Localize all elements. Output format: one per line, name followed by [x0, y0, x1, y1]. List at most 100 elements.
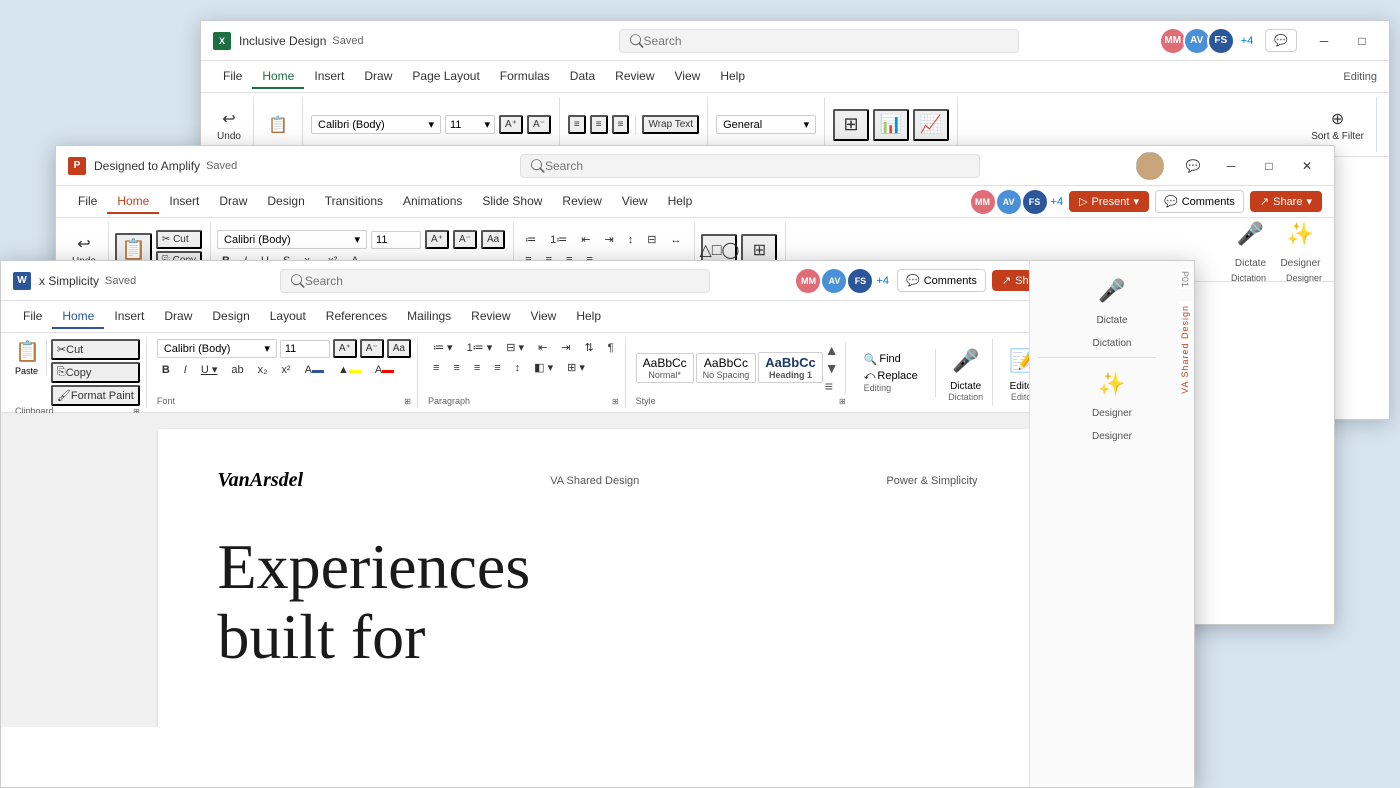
word-font-expand[interactable]: ⊞: [404, 397, 411, 406]
word-font-grow[interactable]: A⁺: [333, 339, 357, 358]
word-search-input[interactable]: [305, 274, 699, 288]
word-tab-file[interactable]: File: [13, 305, 52, 329]
excel-sparkline-btn[interactable]: 📈: [913, 109, 949, 141]
ppt-columns-btn[interactable]: ⊟: [642, 231, 661, 248]
ppt-line-spacing-btn[interactable]: ↕: [623, 232, 639, 248]
excel-tab-file[interactable]: File: [213, 65, 252, 89]
excel-font-grow-btn[interactable]: A⁺: [499, 115, 523, 134]
excel-wrap-text-btn[interactable]: Wrap Text: [642, 115, 699, 134]
excel-search-input[interactable]: [644, 34, 1009, 48]
ppt-tab-insert[interactable]: Insert: [159, 190, 209, 214]
ppt-tab-transitions[interactable]: Transitions: [315, 190, 393, 214]
word-style-up-chevron[interactable]: ▲: [825, 342, 839, 358]
word-superscript-btn[interactable]: x²: [276, 362, 295, 378]
word-paste-btn[interactable]: 📋: [15, 339, 40, 364]
ppt-tab-help[interactable]: Help: [658, 190, 703, 214]
word-strikethrough-btn[interactable]: ab: [226, 362, 248, 378]
word-tab-help[interactable]: Help: [566, 305, 611, 329]
ppt-tab-slideshow[interactable]: Slide Show: [472, 190, 552, 214]
excel-font-selector[interactable]: Calibri (Body) ▾: [311, 115, 441, 134]
excel-chart-btn[interactable]: 📊: [873, 109, 909, 141]
ppt-tab-animations[interactable]: Animations: [393, 190, 472, 214]
excel-tab-home[interactable]: Home: [252, 65, 304, 89]
word-shading-btn[interactable]: ◧ ▾: [529, 359, 558, 376]
word-borders-btn[interactable]: ⊞ ▾: [562, 359, 590, 376]
word-highlight-btn[interactable]: ▲: [333, 362, 366, 378]
ppt-tab-home[interactable]: Home: [107, 190, 159, 214]
excel-align-center-btn[interactable]: ≡: [590, 115, 608, 134]
word-bullet-btn[interactable]: ≔ ▾: [428, 339, 458, 356]
word-multi-list-btn[interactable]: ⊟ ▾: [501, 339, 529, 356]
word-subscript-btn[interactable]: x₂: [253, 362, 273, 378]
word-para-expand[interactable]: ⊞: [612, 397, 619, 406]
excel-search-bar[interactable]: [619, 29, 1019, 53]
word-tab-references[interactable]: References: [316, 305, 397, 329]
ppt-text-dir-btn[interactable]: ↔: [665, 232, 686, 248]
excel-align-right-btn[interactable]: ≡: [612, 115, 630, 134]
excel-font-shrink-btn[interactable]: A⁻: [527, 115, 551, 134]
excel-tab-pagelayout[interactable]: Page Layout: [402, 65, 489, 89]
ppt-present-btn[interactable]: ▷ Present ▾: [1069, 191, 1149, 212]
excel-tab-data[interactable]: Data: [560, 65, 605, 89]
word-pilcrow-btn[interactable]: ¶: [603, 340, 619, 356]
excel-undo-btn[interactable]: ↩ Undo: [213, 105, 245, 144]
word-search-bar[interactable]: [280, 269, 710, 293]
excel-paste-btn[interactable]: 📋: [262, 111, 294, 139]
ppt-tab-file[interactable]: File: [68, 190, 107, 214]
word-style-heading1[interactable]: AaBbCc Heading 1: [758, 352, 823, 383]
ppt-decrease-indent-btn[interactable]: ⇤: [576, 231, 595, 248]
word-underline-btn[interactable]: U ▾: [196, 361, 223, 378]
excel-tab-draw[interactable]: Draw: [354, 65, 402, 89]
word-tab-design[interactable]: Design: [202, 305, 259, 329]
word-clear-format[interactable]: Aa: [387, 339, 411, 358]
ppt-minimize-btn[interactable]: ─: [1216, 154, 1246, 178]
ppt-share-btn[interactable]: ↗ Share ▾: [1250, 191, 1322, 212]
excel-table-btn[interactable]: ⊞: [833, 109, 869, 141]
ppt-font-selector[interactable]: Calibri (Body) ▾: [217, 230, 367, 249]
word-find-btn[interactable]: 🔍 Find: [864, 353, 927, 366]
word-font-selector[interactable]: Calibri (Body) ▾: [157, 339, 277, 358]
word-comments-btn[interactable]: 💬 Comments: [897, 269, 986, 292]
word-sort-btn[interactable]: ⇅: [580, 339, 599, 356]
word-sidebar-designer[interactable]: ✨ Designer: [1038, 366, 1186, 419]
ppt-increase-indent-btn[interactable]: ⇥: [600, 231, 619, 248]
word-line-spacing-btn[interactable]: ↕: [510, 360, 526, 376]
word-style-normal[interactable]: AaBbCc Normal*: [636, 353, 694, 383]
ppt-numbered-btn[interactable]: 1≔: [545, 231, 572, 248]
word-font-shrink[interactable]: A⁻: [360, 339, 384, 358]
ppt-chat-btn[interactable]: 💬: [1178, 154, 1208, 178]
excel-number-format[interactable]: General ▾: [716, 115, 816, 134]
word-font-color-btn[interactable]: A: [300, 362, 329, 378]
word-tab-layout[interactable]: Layout: [260, 305, 316, 329]
word-copy-btn[interactable]: ⎘ Copy: [51, 362, 140, 383]
ppt-tab-draw[interactable]: Draw: [209, 190, 257, 214]
word-bold-btn[interactable]: B: [157, 362, 175, 378]
ppt-font-size[interactable]: 11: [371, 231, 421, 249]
word-justify[interactable]: ≡: [489, 360, 505, 376]
word-text-color2-btn[interactable]: A: [370, 362, 399, 378]
word-font-size[interactable]: 11: [280, 340, 330, 358]
word-style-down-chevron[interactable]: ▼: [825, 360, 839, 376]
ppt-maximize-btn[interactable]: □: [1254, 154, 1284, 178]
ppt-tab-design[interactable]: Design: [257, 190, 314, 214]
excel-align-left-btn[interactable]: ≡: [568, 115, 586, 134]
excel-tab-view[interactable]: View: [665, 65, 711, 89]
excel-minimize-btn[interactable]: ─: [1309, 29, 1339, 53]
ppt-comments-btn[interactable]: 💬 Comments: [1155, 190, 1244, 213]
word-italic-btn[interactable]: I: [179, 362, 192, 378]
word-tab-home[interactable]: Home: [52, 305, 104, 329]
word-align-right[interactable]: ≡: [469, 360, 485, 376]
excel-font-size-selector[interactable]: 11 ▾: [445, 115, 495, 134]
excel-maximize-btn[interactable]: □: [1347, 29, 1377, 53]
ppt-search-bar[interactable]: [520, 154, 980, 178]
word-format-paint-btn[interactable]: 🖌 Format Paint: [51, 385, 140, 406]
word-tab-view[interactable]: View: [521, 305, 567, 329]
word-tab-review[interactable]: Review: [461, 305, 520, 329]
ppt-tab-review[interactable]: Review: [552, 190, 611, 214]
word-numbered-btn[interactable]: 1≔ ▾: [462, 339, 498, 356]
word-cut-btn[interactable]: ✂ Cut: [51, 339, 140, 360]
ppt-font-shrink[interactable]: A⁻: [453, 230, 477, 249]
ppt-tab-view[interactable]: View: [612, 190, 658, 214]
ppt-bullet-btn[interactable]: ≔: [520, 231, 541, 248]
word-main-text[interactable]: Experiences built for: [218, 532, 978, 673]
